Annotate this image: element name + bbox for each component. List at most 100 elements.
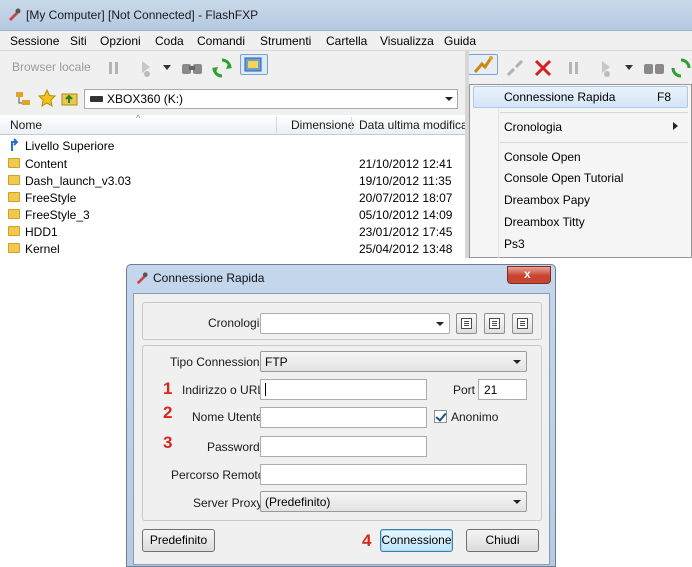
menu-separator (500, 142, 688, 143)
history-label: Cronologia (208, 316, 267, 330)
folder-icon (8, 175, 20, 185)
column-size[interactable]: Dimensione (291, 118, 354, 132)
connect-icon[interactable] (468, 54, 498, 75)
menu-item-quick-connect[interactable]: Connessione Rapida (504, 90, 615, 104)
proxy-select[interactable]: (Predefinito) (260, 491, 527, 512)
password-input[interactable] (260, 436, 427, 457)
flashfxp-window: [My Computer] [Not Connected] - FlashFXP… (0, 0, 692, 258)
menu-item-site[interactable]: Dreambox Titty (504, 215, 585, 229)
menu-sessione[interactable]: Sessione (10, 34, 59, 48)
step-number: 1 (163, 379, 173, 398)
step-number: 4 (362, 531, 372, 550)
file-date: 19/10/2012 11:35 (359, 174, 452, 188)
menu-strumenti[interactable]: Strumenti (260, 34, 311, 48)
folder-tree-icon[interactable] (14, 90, 32, 108)
list-item-up[interactable]: Livello Superiore (0, 137, 465, 154)
port-input[interactable]: 21 (478, 379, 527, 400)
binoculars-icon-remote[interactable] (640, 54, 668, 81)
proxy-select-value: (Predefinito) (265, 495, 331, 509)
menu-comandi[interactable]: Comandi (197, 34, 245, 48)
step-number: 2 (163, 403, 173, 422)
history-delete-button[interactable] (512, 313, 533, 334)
default-button[interactable]: Predefinito (142, 529, 215, 552)
dialog-body: Cronologia Tipo Connessione FTP 1 Indiri… (133, 293, 550, 565)
drive-select[interactable]: XBOX360 (K:) (84, 89, 458, 109)
menu-gutter (498, 85, 499, 258)
list-item[interactable]: Kernel 25/04/2012 13:48 (0, 240, 465, 257)
transfer-icon[interactable] (136, 54, 158, 81)
chevron-down-icon (513, 500, 521, 504)
password-label: Password (207, 440, 260, 454)
file-date: 05/10/2012 14:09 (359, 208, 453, 222)
flashfxp-logo-icon (9, 8, 21, 21)
window-view-icon[interactable] (240, 54, 268, 75)
file-date: 25/04/2012 13:48 (359, 242, 453, 256)
close-dialog-button[interactable]: Chiudi (466, 529, 539, 552)
menu-coda[interactable]: Coda (155, 34, 184, 48)
chevron-down-icon-remote[interactable] (624, 54, 634, 81)
column-divider[interactable] (351, 117, 352, 133)
window-title: [My Computer] [Not Connected] - FlashFXP (26, 8, 259, 22)
folder-icon (8, 226, 20, 236)
sort-caret-icon: ^ (136, 113, 141, 123)
disconnect-icon[interactable] (502, 54, 528, 81)
anonymous-label: Anonimo (451, 410, 499, 424)
menu-siti[interactable]: Siti (70, 34, 87, 48)
file-date: 21/10/2012 12:41 (359, 157, 453, 171)
type-select-value: FTP (265, 355, 288, 369)
connect-dropdown-menu: Connessione Rapida F8 Cronologia Console… (469, 84, 692, 258)
list-icon (461, 318, 472, 329)
url-input[interactable] (260, 379, 427, 400)
chevron-down-icon (445, 97, 453, 101)
column-name[interactable]: Nome (10, 118, 42, 132)
list-item[interactable]: Content 21/10/2012 12:41 (0, 155, 465, 172)
list-item[interactable]: FreeStyle 20/07/2012 18:07 (0, 189, 465, 206)
remote-path-input[interactable] (260, 464, 527, 485)
transfer-icon-remote[interactable] (596, 54, 618, 81)
chevron-down-icon (436, 322, 444, 326)
menu-item-site[interactable]: Console Open Tutorial (504, 171, 623, 185)
menu-item-site[interactable]: Ps3 (504, 237, 525, 251)
type-select[interactable]: FTP (260, 351, 527, 372)
refresh-icon[interactable] (208, 54, 236, 81)
file-list-header: Nome ^ Dimensione Data ultima modifica (0, 113, 468, 135)
close-button[interactable]: x (507, 266, 551, 284)
menu-item-site[interactable]: Dreambox Papy (504, 193, 590, 207)
favorites-star-icon[interactable] (38, 89, 56, 107)
file-date: 23/01/2012 17:45 (359, 225, 453, 239)
user-label: Nome Utente (192, 410, 263, 424)
list-item[interactable]: FreeStyle_3 05/10/2012 14:09 (0, 206, 465, 223)
menu-guida[interactable]: Guida (444, 34, 476, 48)
folder-up-icon[interactable] (61, 89, 79, 107)
anonymous-checkbox[interactable] (434, 410, 447, 423)
edit-list-icon (489, 318, 500, 329)
menu-cartella[interactable]: Cartella (326, 34, 367, 48)
chevron-down-icon[interactable] (162, 54, 172, 81)
chevron-down-icon (513, 360, 521, 364)
remote-path-label: Percorso Remoto (171, 468, 265, 482)
menu-opzioni[interactable]: Opzioni (100, 34, 141, 48)
list-item[interactable]: HDD1 23/01/2012 17:45 (0, 223, 465, 240)
connect-button[interactable]: Connessione (380, 529, 453, 552)
menu-item-history[interactable]: Cronologia (504, 120, 562, 134)
port-input-value: 21 (484, 383, 498, 397)
pause-icon-remote[interactable] (564, 54, 584, 81)
folder-icon (8, 209, 20, 219)
abort-icon[interactable] (530, 54, 556, 81)
column-modified[interactable]: Data ultima modifica (359, 118, 468, 132)
column-divider[interactable] (276, 117, 277, 133)
menu-item-site[interactable]: Console Open (504, 150, 581, 164)
list-item[interactable]: Dash_launch_v3.03 19/10/2012 11:35 (0, 172, 465, 189)
pause-icon[interactable] (104, 54, 124, 81)
user-input[interactable] (260, 407, 427, 428)
history-view-button[interactable] (456, 313, 477, 334)
history-select[interactable] (260, 313, 450, 334)
menu-visualizza[interactable]: Visualizza (380, 34, 434, 48)
local-browser-button[interactable]: Browser locale (12, 60, 91, 74)
refresh-icon-remote[interactable] (670, 54, 692, 81)
history-edit-button[interactable] (484, 313, 505, 334)
binoculars-icon[interactable] (178, 54, 206, 81)
text-caret (265, 383, 266, 396)
close-icon: x (524, 267, 531, 281)
folder-icon (8, 158, 20, 168)
